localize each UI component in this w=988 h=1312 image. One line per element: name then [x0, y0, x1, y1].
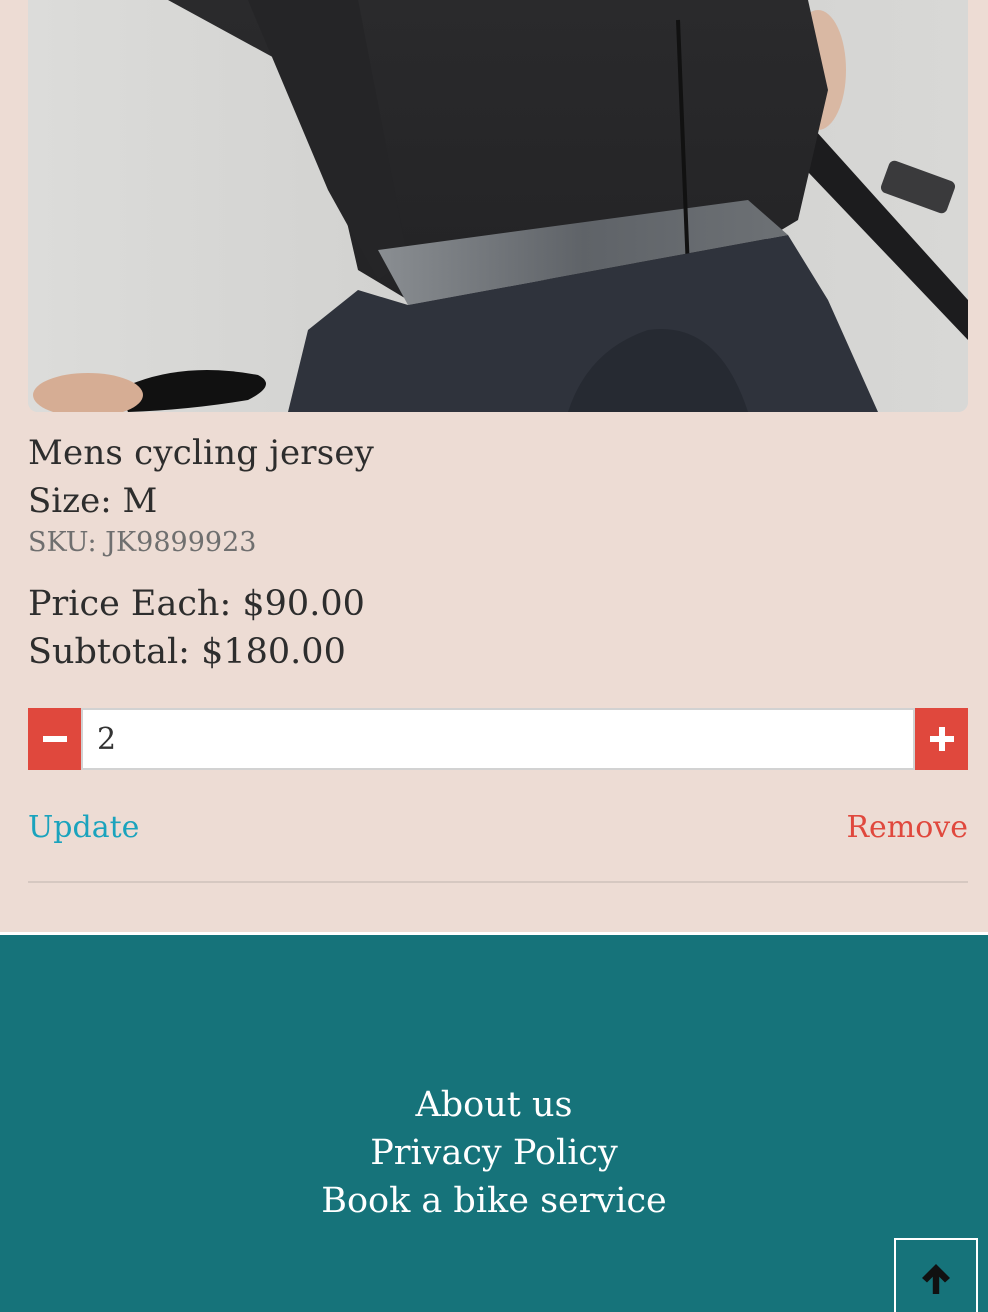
product-image	[28, 0, 968, 412]
arrow-up-icon	[922, 1264, 950, 1294]
quantity-stepper	[28, 708, 968, 770]
minus-icon	[42, 736, 67, 742]
plus-icon	[929, 727, 954, 751]
product-name: Mens cycling jersey	[28, 433, 375, 473]
decrement-button[interactable]	[28, 708, 81, 770]
product-sku: SKU: JK9899923	[28, 527, 257, 558]
price-each: Price Each: $90.00	[28, 584, 365, 624]
footer-links: About us Privacy Policy Book a bike serv…	[0, 1081, 988, 1225]
footer: About us Privacy Policy Book a bike serv…	[0, 932, 988, 1312]
remove-link[interactable]: Remove	[846, 808, 968, 848]
subtotal: Subtotal: $180.00	[28, 632, 346, 672]
increment-button[interactable]	[915, 708, 968, 770]
footer-link-privacy[interactable]: Privacy Policy	[0, 1129, 988, 1177]
product-photo	[28, 0, 968, 412]
divider	[28, 881, 968, 883]
back-to-top-button[interactable]	[894, 1238, 978, 1312]
product-size: Size: M	[28, 481, 158, 521]
quantity-input[interactable]	[81, 708, 915, 770]
footer-link-about[interactable]: About us	[0, 1081, 988, 1129]
footer-link-book-service[interactable]: Book a bike service	[0, 1177, 988, 1225]
update-link[interactable]: Update	[28, 808, 139, 848]
